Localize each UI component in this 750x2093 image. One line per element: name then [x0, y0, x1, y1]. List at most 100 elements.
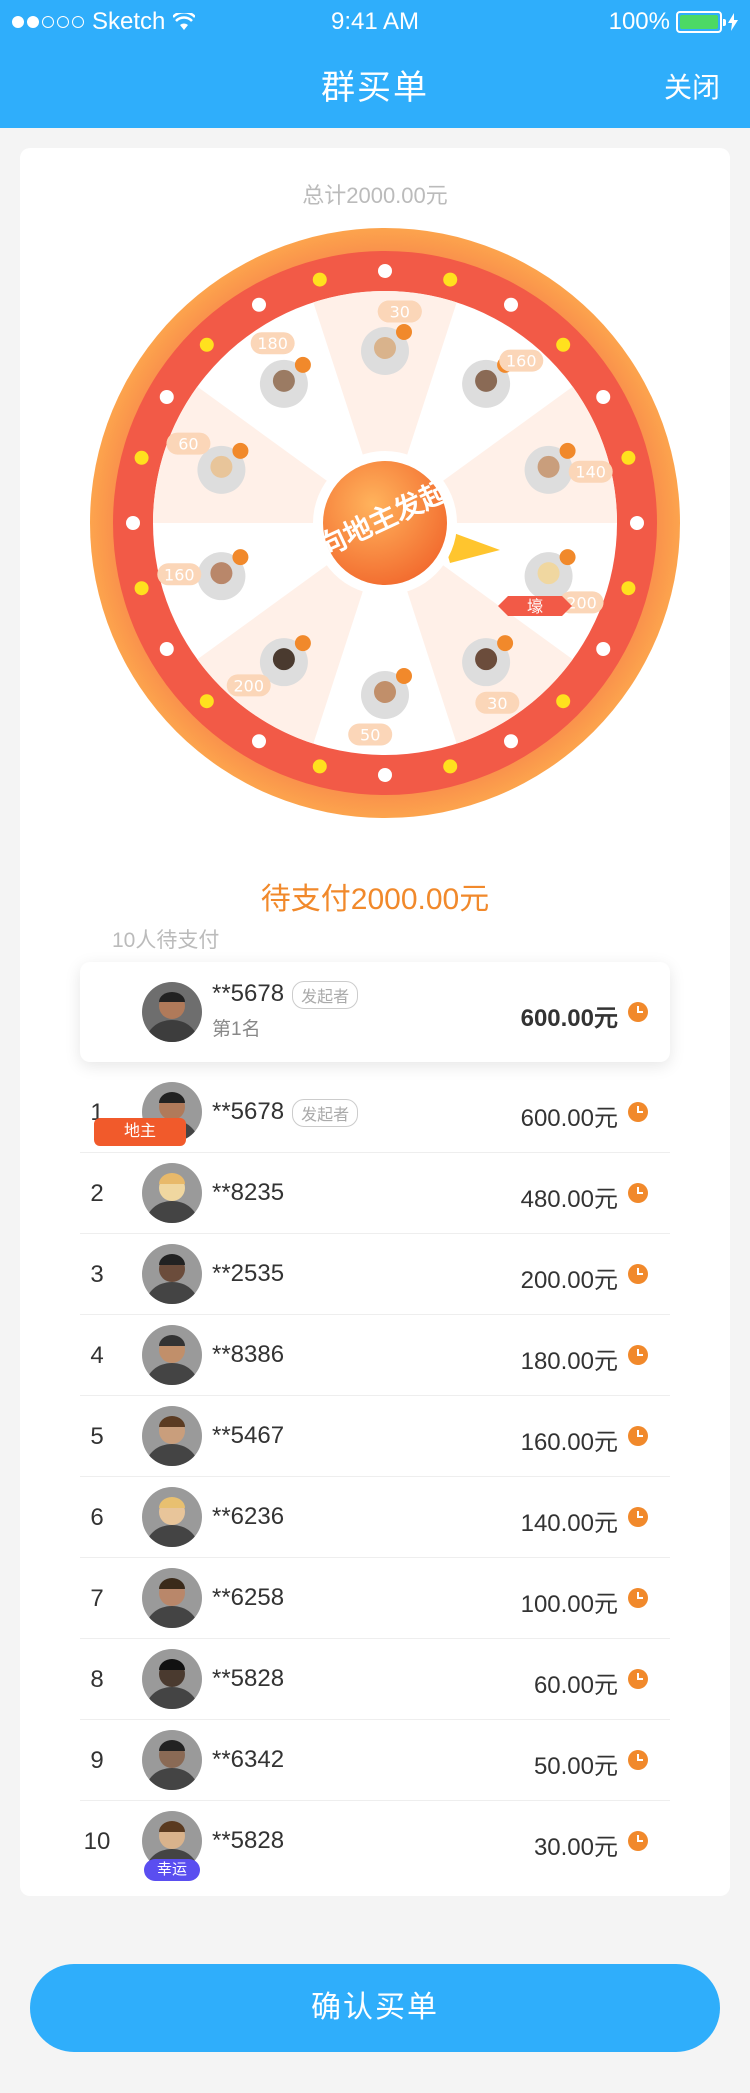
list-item[interactable]: 1 **5678 发起者 600.00元 地主 [80, 1072, 670, 1153]
battery-percent: 100% [608, 8, 670, 35]
clock-icon [628, 1002, 648, 1022]
wheel-bulb [596, 642, 611, 656]
app-header: Sketch 9:41 AM 100% 群买单 关闭 [0, 0, 750, 128]
svg-text:160: 160 [164, 565, 195, 584]
svg-text:50: 50 [360, 725, 380, 744]
clock-icon [628, 1750, 648, 1770]
clock-icon [497, 635, 514, 652]
list-name: **6258 [212, 1584, 285, 1611]
page-title: 群买单 [321, 69, 429, 107]
list-name: **6236 [212, 1503, 285, 1530]
avatar [142, 1325, 202, 1385]
user-name-line: **5678 发起者 [212, 980, 359, 1009]
charging-icon [728, 13, 738, 31]
rank-number: 2 [90, 1180, 104, 1207]
svg-text:180: 180 [257, 334, 288, 353]
list-name-line: **5467 [212, 1422, 284, 1450]
wheel-bulb [621, 581, 636, 596]
wheel-bulb [252, 297, 266, 312]
list-item[interactable]: 6 **6236 140.00元 [80, 1477, 670, 1558]
list-name-line: **6258 [212, 1584, 284, 1612]
list-item[interactable]: 7 **6258 100.00元 [80, 1558, 670, 1639]
wheel-amount-label: 180 [250, 332, 295, 355]
list-name-line: **5828 [212, 1665, 284, 1693]
wheel-bulb [378, 264, 392, 278]
list-name: **8235 [212, 1179, 285, 1206]
list-item[interactable]: 3 **2535 200.00元 [80, 1234, 670, 1315]
status-bar: Sketch 9:41 AM 100% [0, 0, 750, 44]
wheel-bulb [443, 759, 458, 774]
wheel-amount-label: 30 [377, 300, 422, 323]
avatar [142, 1730, 202, 1790]
wheel-bulb [252, 734, 266, 749]
svg-text:200: 200 [566, 593, 597, 612]
wheel-amount-label: 50 [348, 723, 393, 746]
pending-amount: 待支付2000.00元 [260, 883, 490, 916]
svg-text:30: 30 [390, 303, 410, 322]
svg-text:30: 30 [487, 694, 507, 713]
avatar [142, 1487, 202, 1547]
svg-text:60: 60 [178, 435, 198, 454]
list-amount: 600.00元 [520, 1105, 618, 1132]
rank-number: 10 [83, 1828, 111, 1855]
pending-count: 10人待支付 [112, 929, 220, 952]
list-name-line: **5678 发起者 [212, 1098, 359, 1127]
clock-icon [559, 442, 576, 459]
list-amount: 140.00元 [520, 1510, 618, 1537]
wheel-bulb [504, 734, 518, 749]
list-amount: 100.00元 [520, 1591, 618, 1618]
wheel-bulb [630, 516, 644, 530]
current-user-card[interactable]: **5678 发起者 第1名 600.00元 [80, 962, 670, 1062]
list-name: **5828 [212, 1665, 285, 1692]
rank-number: 4 [90, 1342, 104, 1369]
wheel-bulb [596, 390, 611, 404]
list-item[interactable]: 9 **6342 50.00元 [80, 1720, 670, 1801]
wheel-bulb [504, 297, 518, 312]
rank-number: 9 [90, 1747, 104, 1774]
wheel-bulb [126, 516, 140, 530]
wheel-bulb [312, 759, 327, 774]
clock-icon [396, 668, 412, 684]
avatar [142, 982, 202, 1042]
wheel-bulb [159, 390, 174, 404]
clock-icon [396, 324, 412, 340]
list-name-line: **8386 [212, 1341, 284, 1369]
rank-number: 5 [90, 1423, 104, 1450]
list-name: **5467 [212, 1422, 285, 1449]
clock-icon [628, 1102, 648, 1122]
list-item[interactable]: 4 **8386 180.00元 [80, 1315, 670, 1396]
list-name-line: **6342 [212, 1746, 284, 1774]
avatar [142, 1649, 202, 1709]
clock-icon [628, 1831, 648, 1851]
close-button[interactable]: 关闭 [664, 66, 720, 106]
list-amount: 60.00元 [533, 1672, 618, 1699]
clock-icon [232, 442, 249, 459]
wheel-bulb [134, 581, 149, 596]
confirm-button[interactable]: 确认买单 [30, 1964, 720, 2052]
clock-icon [294, 635, 311, 652]
list-name-line: **8235 [212, 1179, 284, 1207]
list-amount: 50.00元 [533, 1753, 618, 1780]
wheel-bulb [621, 450, 636, 465]
avatar [142, 1244, 202, 1304]
list-amount: 30.00元 [533, 1834, 618, 1861]
user-amount: 600.00元 [520, 1005, 618, 1032]
list-amount: 480.00元 [520, 1186, 618, 1213]
rank-number: 7 [90, 1585, 104, 1612]
battery-status: 100% [609, 8, 738, 36]
list-name-line: **2535 [212, 1260, 284, 1288]
clock-icon [628, 1426, 648, 1446]
initiator-tag: 发起者 [292, 1098, 359, 1127]
list-item[interactable]: 2 **8235 480.00元 [80, 1153, 670, 1234]
clock-icon [294, 356, 311, 373]
wheel-bulb [134, 450, 149, 465]
list-amount: 180.00元 [520, 1348, 618, 1375]
list-item[interactable]: 5 **5467 160.00元 [80, 1396, 670, 1477]
wheel-bulb [556, 694, 571, 709]
list-item[interactable]: 8 **5828 60.00元 [80, 1639, 670, 1720]
list-name: **6342 [212, 1746, 285, 1773]
list-name: **2535 [212, 1260, 285, 1287]
list-item[interactable]: 10 **5828 30.00元 幸运 [80, 1801, 670, 1882]
list-name-line: **6236 [212, 1503, 284, 1531]
clock-icon [628, 1264, 648, 1284]
